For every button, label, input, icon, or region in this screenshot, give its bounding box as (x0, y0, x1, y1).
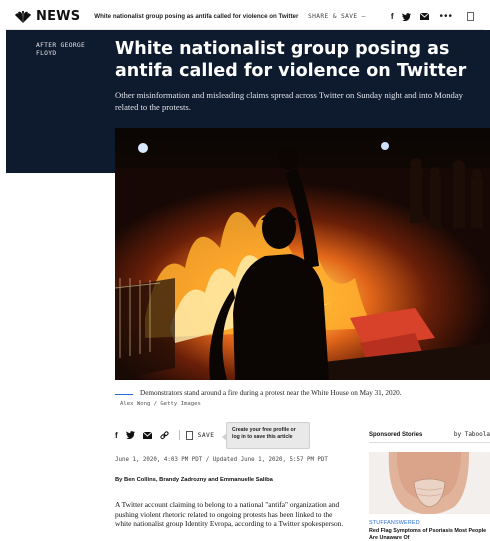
share-save-label: SHARE & SAVE — (308, 13, 366, 20)
sponsored-title: Sponsored Stories (369, 431, 423, 438)
taboola-label[interactable]: by Taboola (454, 431, 490, 438)
nbc-news-logo[interactable]: NEWS (14, 9, 80, 24)
article-body-paragraph: A Twitter account claiming to belong to … (115, 500, 344, 529)
link-icon[interactable] (160, 430, 169, 440)
peacock-icon (15, 10, 31, 23)
share-divider (178, 430, 180, 440)
sponsored-story-title[interactable]: Red Flag Symptoms of Psoriasis Most Peop… (369, 528, 490, 541)
sponsored-image[interactable] (369, 452, 490, 514)
article-headline: White nationalist group posing as antifa… (115, 39, 467, 81)
facebook-icon[interactable]: f (115, 431, 118, 440)
more-icon[interactable]: ••• (439, 11, 453, 22)
sponsored-header: Sponsored Stories by Taboola (369, 431, 490, 438)
finger-thumbnail (369, 452, 490, 514)
sponsored-divider (369, 442, 490, 443)
bookmark-icon[interactable] (467, 12, 474, 21)
article-dateline: June 1, 2020, 4:03 PM PDT / Updated June… (115, 457, 328, 463)
facebook-icon[interactable]: f (391, 12, 394, 21)
hero-photo (115, 128, 490, 380)
email-icon[interactable] (420, 13, 430, 20)
sponsored-source[interactable]: STUFFANSWERED (369, 520, 420, 526)
twitter-icon[interactable] (125, 431, 135, 439)
top-bar: NEWS White nationalist group posing as a… (6, 4, 484, 30)
email-icon[interactable] (142, 431, 152, 439)
photo-credit: Alex Wong / Getty Images (120, 401, 201, 407)
caption-rule (115, 394, 133, 395)
topbar-headline: White nationalist group posing as antifa… (94, 13, 299, 20)
photo-caption: Demonstrators stand around a fire during… (140, 389, 402, 397)
twitter-icon[interactable] (402, 12, 412, 21)
protest-fire-image (115, 128, 490, 380)
article-share-row: f SAVE (115, 429, 214, 441)
bookmark-icon[interactable] (185, 430, 193, 440)
article-byline[interactable]: By Ben Collins, Brandy Zadrozny and Emma… (115, 477, 273, 483)
logo-text: NEWS (36, 9, 81, 24)
save-button[interactable]: SAVE (198, 432, 215, 439)
article-dek: Other misinformation and misleading clai… (115, 90, 463, 112)
save-tooltip: Create your free profile or log in to sa… (222, 422, 310, 449)
share-save-group: SHARE & SAVE — f ••• (308, 11, 474, 22)
section-label[interactable]: AFTER GEORGE FLOYD (36, 42, 96, 58)
